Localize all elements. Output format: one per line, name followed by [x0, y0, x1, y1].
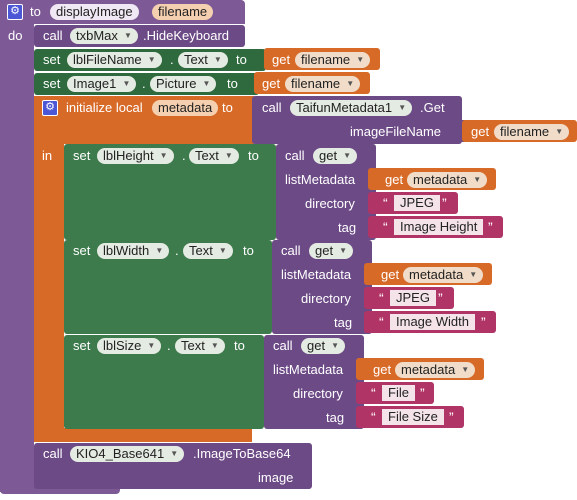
gear-icon[interactable]: ⚙: [42, 100, 58, 116]
open-quote: “: [383, 219, 388, 235]
directory-string[interactable]: JPEG: [394, 195, 440, 211]
set-label: set: [73, 338, 91, 353]
metadata-var-dropdown[interactable]: metadata ▼: [407, 172, 488, 188]
dot: .: [142, 76, 146, 91]
open-quote: “: [379, 314, 384, 330]
metadata-var-dropdown[interactable]: metadata ▼: [395, 362, 476, 378]
filename-var-dropdown[interactable]: filename ▼: [285, 76, 361, 92]
initialize-local-label: initialize local: [66, 100, 143, 115]
directory-arg-label: directory: [301, 291, 351, 306]
image1-dropdown[interactable]: Image1 ▼: [67, 76, 137, 92]
get-label: get: [272, 52, 291, 67]
proc-name-field[interactable]: displayImage: [50, 4, 139, 20]
set-label: set: [43, 52, 61, 67]
directory-string[interactable]: JPEG: [390, 290, 436, 306]
in-label: in: [42, 148, 53, 163]
lblfilename-dropdown[interactable]: lblFileName ▼: [67, 52, 162, 68]
dot: .: [167, 338, 171, 353]
gear-icon[interactable]: ⚙: [7, 4, 23, 20]
directory-string[interactable]: File: [382, 385, 415, 401]
close-quote: ”: [481, 314, 486, 330]
procedure-body-bar: [0, 0, 34, 492]
listmetadata-arg-label: listMetadata: [273, 362, 344, 377]
tag-string[interactable]: Image Height: [394, 219, 484, 235]
get-method-dropdown[interactable]: get ▼: [301, 338, 346, 354]
directory-arg-label: directory: [305, 196, 355, 211]
text-prop-dropdown[interactable]: Text ▼: [175, 338, 225, 354]
dot: .: [182, 148, 186, 163]
to-label: to: [234, 338, 245, 353]
imagetobase64-method: .ImageToBase64: [193, 446, 291, 461]
close-quote: ”: [438, 290, 443, 306]
get-label: get: [385, 172, 404, 187]
close-quote: ”: [488, 219, 493, 235]
open-quote: “: [371, 385, 376, 401]
text-prop-dropdown[interactable]: Text ▼: [189, 148, 239, 164]
get-method-label: .Get: [420, 100, 445, 115]
dot: .: [175, 243, 179, 258]
get-method-dropdown[interactable]: get ▼: [309, 243, 354, 259]
image-arg-label: image: [258, 470, 294, 485]
local-name-field[interactable]: metadata: [152, 100, 219, 116]
close-quote: ”: [442, 195, 447, 211]
hidekeyboard-method: .HideKeyboard: [143, 28, 229, 43]
open-quote: “: [383, 195, 388, 211]
tag-string[interactable]: Image Width: [390, 314, 475, 330]
text-prop-dropdown[interactable]: Text ▼: [183, 243, 233, 259]
dot: .: [170, 52, 174, 67]
set-label: set: [73, 148, 91, 163]
lblsize-dropdown[interactable]: lblSize ▼: [97, 338, 162, 354]
initialize-local-foot: [34, 428, 252, 442]
txbmax-dropdown[interactable]: txbMax ▼: [70, 28, 138, 44]
tag-arg-label: tag: [326, 410, 345, 425]
taifunmetadata-dropdown[interactable]: TaifunMetadata1 ▼: [290, 100, 413, 116]
call-label: call: [262, 100, 282, 115]
call-label: call: [273, 338, 293, 353]
get-label: get: [262, 76, 281, 91]
param-filename[interactable]: filename: [152, 4, 214, 20]
get-method-dropdown[interactable]: get ▼: [313, 148, 358, 164]
tag-arg-label: tag: [338, 220, 357, 235]
text-prop-dropdown[interactable]: Text ▼: [178, 52, 228, 68]
set-label: set: [73, 243, 91, 258]
lblwidth-dropdown[interactable]: lblWidth ▼: [97, 243, 170, 259]
to-label: to: [236, 52, 247, 67]
lblheight-dropdown[interactable]: lblHeight ▼: [97, 148, 174, 164]
imagefilename-arg-label: imageFileName: [350, 124, 442, 139]
to-label: to: [243, 243, 254, 258]
listmetadata-arg-label: listMetadata: [281, 267, 352, 282]
get-label: get: [373, 362, 392, 377]
to-label: to: [248, 148, 259, 163]
open-quote: “: [379, 290, 384, 306]
filename-var-dropdown[interactable]: filename ▼: [494, 124, 570, 140]
metadata-var-dropdown[interactable]: metadata ▼: [403, 267, 484, 283]
directory-arg-label: directory: [293, 386, 343, 401]
proc-to-label: to: [30, 4, 41, 19]
close-quote: ”: [449, 409, 454, 425]
call-label: call: [43, 28, 63, 43]
filename-var-dropdown[interactable]: filename ▼: [295, 52, 371, 68]
tag-arg-label: tag: [334, 315, 353, 330]
call-label: call: [43, 446, 63, 461]
kio4-base64-dropdown[interactable]: KIO4_Base641 ▼: [70, 446, 185, 462]
listmetadata-arg-label: listMetadata: [285, 172, 356, 187]
picture-prop-dropdown[interactable]: Picture ▼: [150, 76, 217, 92]
close-quote: ”: [420, 385, 425, 401]
set-label: set: [43, 76, 61, 91]
call-label: call: [281, 243, 301, 258]
do-label: do: [8, 28, 23, 43]
tag-string[interactable]: File Size: [382, 409, 444, 425]
open-quote: “: [371, 409, 376, 425]
get-label: get: [471, 124, 490, 139]
to-label: to: [227, 76, 238, 91]
get-label: get: [381, 267, 400, 282]
call-label: call: [285, 148, 305, 163]
to-label: to: [222, 100, 233, 115]
